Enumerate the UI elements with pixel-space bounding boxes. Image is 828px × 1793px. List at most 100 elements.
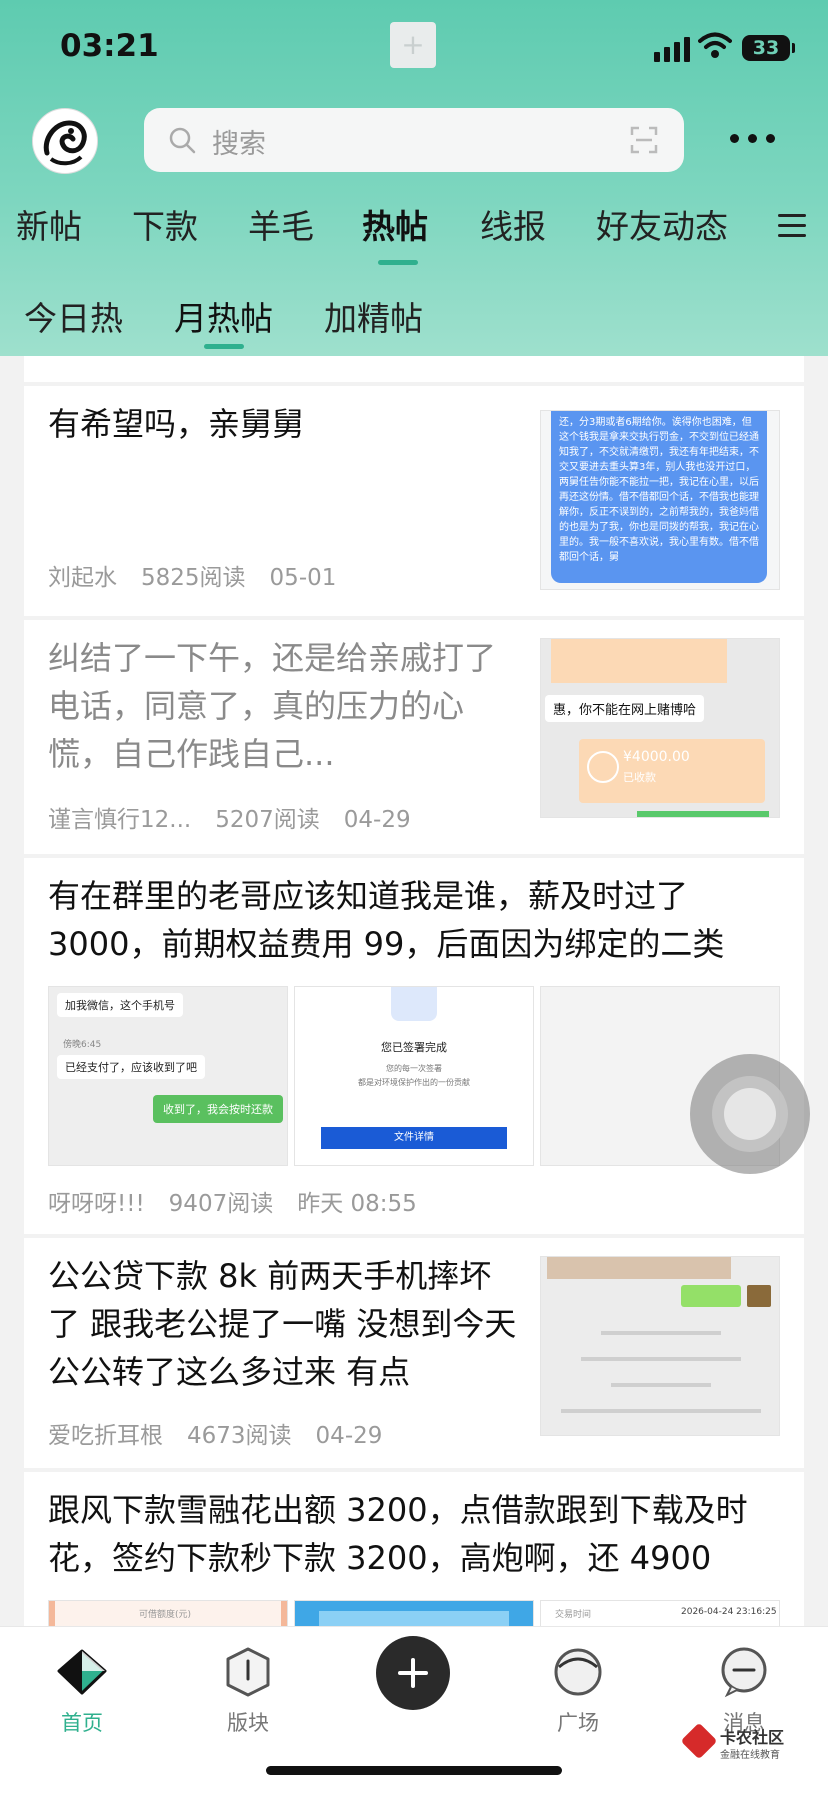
post-date: 04-29 bbox=[315, 1423, 383, 1449]
transfer-bubble: ¥4000.00 已收款 bbox=[579, 739, 765, 803]
square-icon bbox=[554, 1648, 602, 1696]
nav-home-label: 首页 bbox=[61, 1711, 103, 1735]
thumb-edge bbox=[281, 1601, 287, 1626]
nav-sections[interactable]: 版块 bbox=[198, 1645, 298, 1737]
post-card[interactable]: 跟风下款雪融花出额 3200，点借款跟到下载及时花，签约下款秒下款 3200，高… bbox=[24, 1472, 804, 1626]
scan-icon[interactable] bbox=[630, 126, 658, 154]
tab-deals[interactable]: 线报 bbox=[480, 200, 546, 248]
tab-active-indicator bbox=[378, 260, 418, 265]
post-title: 有在群里的老哥应该知道我是谁，薪及时过了 3000，前期权益费用 99，后面因为… bbox=[48, 877, 725, 963]
post-thumbnail[interactable]: 加我微信，这个手机号 傍晚6:45 已经支付了，应该收到了吧 收到了，我会按时还… bbox=[48, 986, 288, 1166]
post-thumbnail[interactable]: 交易时间 2026-04-24 23:16:25 bbox=[540, 1600, 780, 1626]
search-icon bbox=[169, 127, 196, 154]
avatar[interactable] bbox=[32, 108, 98, 174]
section-icon bbox=[226, 1647, 270, 1697]
post-author[interactable]: 爱吃折耳根 bbox=[48, 1423, 163, 1449]
post-meta: 刘起水 5825阅读 05-01 bbox=[48, 558, 360, 592]
chat-time: 傍晚6:45 bbox=[63, 1040, 102, 1050]
tab-friends[interactable]: 好友动态 bbox=[596, 200, 728, 248]
post-card[interactable]: 有在群里的老哥应该知道我是谁，薪及时过了 3000，前期权益费用 99，后面因为… bbox=[24, 858, 804, 1234]
chat-bubble: 收到了，我会按时还款 bbox=[153, 1095, 283, 1123]
watermark-subtitle: 金融在线教育 bbox=[720, 1750, 780, 1761]
thumb-banner bbox=[319, 1611, 509, 1626]
more-icon[interactable] bbox=[728, 124, 778, 154]
post-thumbnail[interactable]: 惠，你不能在网上赌博哈 ¥4000.00 已收款 bbox=[540, 638, 780, 818]
sign-title: 您已签署完成 bbox=[381, 1041, 447, 1054]
sign-sub2: 都是对环境保护作出的一份贡献 bbox=[358, 1078, 470, 1087]
nav-sections-label: 版块 bbox=[227, 1711, 269, 1735]
post-card[interactable]: 纠结了一下午，还是给亲戚打了电话，同意了，真的压力的心慌，自己作践自己... 谨… bbox=[24, 620, 804, 854]
watermark-logo: 卡农社区 金融在线教育 bbox=[680, 1722, 816, 1764]
post-thumbnail[interactable]: 您已签署完成 您的每一次签署 都是对环境保护作出的一份贡献 文件详情 bbox=[294, 986, 534, 1166]
chat-line bbox=[601, 1331, 721, 1335]
file-detail-button: 文件详情 bbox=[321, 1127, 507, 1149]
chat-line bbox=[561, 1409, 761, 1413]
home-icon bbox=[57, 1649, 107, 1695]
dragon-icon bbox=[35, 111, 95, 171]
tab-wool[interactable]: 羊毛 bbox=[248, 200, 314, 248]
create-post-button[interactable] bbox=[376, 1636, 450, 1710]
post-date: 昨天 08:55 bbox=[297, 1191, 417, 1217]
avatar bbox=[747, 1285, 771, 1307]
tab-hot[interactable]: 热帖 bbox=[362, 200, 428, 248]
nav-square-label: 广场 bbox=[557, 1711, 599, 1735]
post-feed[interactable]: 有希望吗，亲舅舅 刘起水 5825阅读 05-01 还，分3期或者6期给你。诶得你也… bbox=[24, 356, 804, 1626]
transfer-amount: ¥4000.00 bbox=[623, 749, 690, 765]
battery-level: 33 bbox=[752, 37, 780, 59]
plus-icon: + bbox=[390, 22, 436, 68]
wifi-icon bbox=[698, 32, 732, 58]
chat-line bbox=[581, 1357, 741, 1361]
post-reads: 5825阅读 bbox=[141, 565, 246, 591]
floating-assistive-button[interactable] bbox=[690, 1054, 810, 1174]
subtab-featured[interactable]: 加精帖 bbox=[324, 292, 423, 340]
subtab-today[interactable]: 今日热 bbox=[24, 292, 123, 340]
post-author[interactable]: 刘起水 bbox=[48, 565, 117, 591]
post-thumbnail[interactable]: 还，分3期或者6期给你。诶得你也困难，但这个钱我是拿来交执行罚金，不交到位已经通… bbox=[540, 410, 780, 590]
post-card[interactable]: 公公贷下款 8k 前两天手机摔坏了 跟我老公提了一嘴 没想到今天公公转了这么多过… bbox=[24, 1238, 804, 1468]
kanong-logo-icon bbox=[680, 1722, 718, 1760]
chat-bubble: 还，分3期或者6期给你。诶得你也困难，但这个钱我是拿来交执行罚金，不交到位已经通… bbox=[551, 411, 767, 583]
check-icon bbox=[587, 751, 619, 783]
post-reads: 5207阅读 bbox=[215, 807, 320, 833]
search-input[interactable]: 搜索 bbox=[144, 108, 684, 172]
chat-bubble bbox=[547, 1257, 731, 1279]
post-thumbnail[interactable] bbox=[540, 1256, 780, 1436]
signal-icon bbox=[654, 36, 694, 62]
post-title: 纠结了一下午，还是给亲戚打了电话，同意了，真的压力的心慌，自己作践自己... bbox=[48, 639, 497, 773]
tab-new[interactable]: 新帖 bbox=[16, 200, 82, 248]
chat-bubble: 加我微信，这个手机号 bbox=[57, 993, 183, 1017]
post-title: 公公贷下款 8k 前两天手机摔坏了 跟我老公提了一嘴 没想到今天公公转了这么多过… bbox=[48, 1257, 517, 1391]
post-thumbnail[interactable]: 可借额度(元) bbox=[48, 1600, 288, 1626]
nav-home[interactable]: 首页 bbox=[32, 1645, 132, 1737]
post-thumbnail[interactable] bbox=[294, 1600, 534, 1626]
post-meta: 谨言慎行12... 5207阅读 04-29 bbox=[48, 800, 435, 834]
subtab-bar: 今日热 月热帖 加精帖 bbox=[0, 292, 828, 342]
post-card[interactable]: 有希望吗，亲舅舅 刘起水 5825阅读 05-01 还，分3期或者6期给你。诶得你也… bbox=[24, 386, 804, 616]
post-meta: 爱吃折耳根 4673阅读 04-29 bbox=[48, 1416, 406, 1450]
post-author[interactable]: 呀呀呀!!! bbox=[48, 1191, 145, 1217]
sign-sub: 您的每一次签署 bbox=[386, 1064, 442, 1073]
post-meta: 呀呀呀!!! 9407阅读 昨天 08:55 bbox=[48, 1184, 441, 1218]
message-icon bbox=[721, 1647, 767, 1698]
thumb-value: 2026-04-24 23:16:25 bbox=[681, 1607, 777, 1617]
home-indicator[interactable] bbox=[266, 1766, 562, 1775]
subtab-month[interactable]: 月热帖 bbox=[174, 292, 273, 340]
post-reads: 9407阅读 bbox=[168, 1191, 274, 1217]
chat-bubble: 已经支付了，应该收到了吧 bbox=[57, 1055, 205, 1079]
document-icon bbox=[391, 987, 437, 1021]
tab-loan[interactable]: 下款 bbox=[132, 200, 198, 248]
menu-icon[interactable] bbox=[778, 214, 806, 238]
chat-line bbox=[611, 1383, 711, 1387]
transfer-status: 已收款 bbox=[623, 771, 656, 784]
post-author[interactable]: 谨言慎行12... bbox=[48, 807, 191, 833]
green-bubble bbox=[637, 811, 769, 817]
status-time: 03:21 bbox=[60, 28, 159, 64]
search-placeholder: 搜索 bbox=[212, 129, 266, 160]
thumb-label: 可借额度(元) bbox=[139, 1610, 192, 1620]
nav-square[interactable]: 广场 bbox=[528, 1645, 628, 1737]
battery-icon: 33 bbox=[742, 35, 795, 61]
post-date: 04-29 bbox=[343, 807, 411, 833]
subtab-active-indicator bbox=[204, 344, 244, 349]
thumb-label: 交易时间 bbox=[555, 1610, 592, 1620]
post-card[interactable] bbox=[24, 356, 804, 382]
